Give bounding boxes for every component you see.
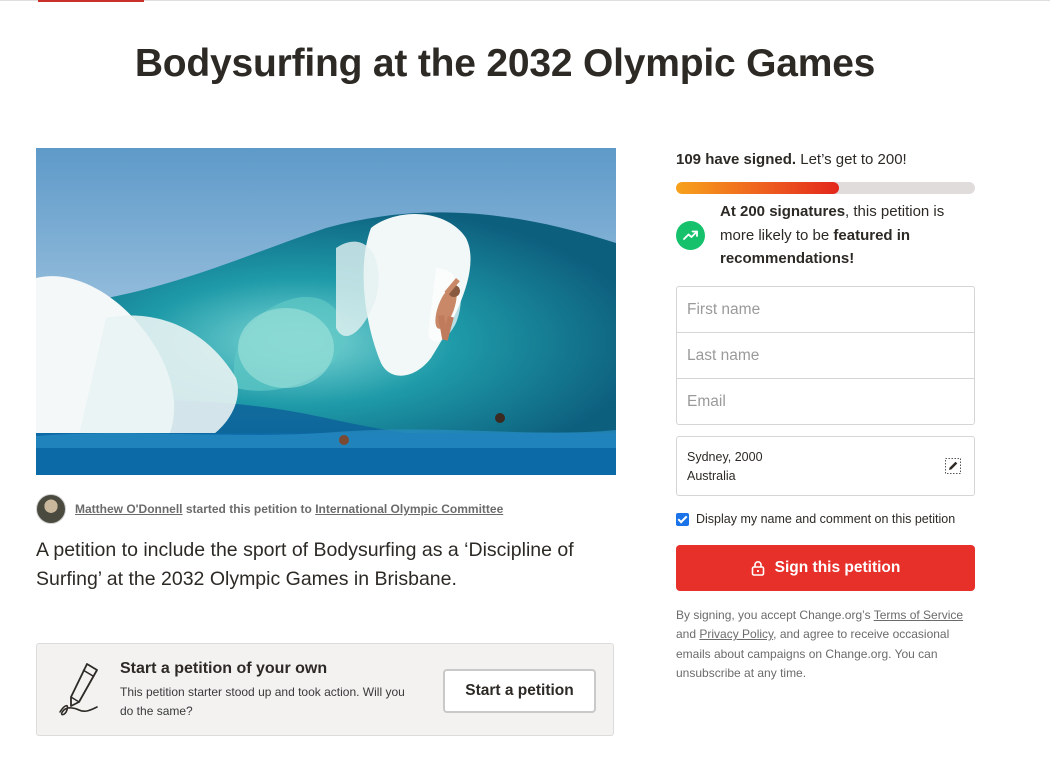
top-accent-bar: [38, 0, 144, 2]
petition-target-link[interactable]: International Olympic Committee: [315, 502, 503, 516]
display-name-label: Display my name and comment on this peti…: [696, 512, 956, 526]
pen-signature-icon: [59, 663, 98, 716]
location-field[interactable]: Sydney, 2000 Australia: [676, 436, 975, 496]
sign-petition-button[interactable]: Sign this petition: [676, 545, 975, 591]
edit-icon[interactable]: [944, 457, 962, 475]
email-input[interactable]: [677, 379, 974, 424]
display-name-option: Display my name and comment on this peti…: [676, 512, 955, 526]
start-petition-title: Start a petition of your own: [120, 660, 328, 677]
terms-link[interactable]: Terms of Service: [874, 608, 963, 622]
legal-prefix: By signing, you accept Change.org’s: [676, 608, 874, 622]
legal-and: and: [676, 627, 700, 642]
signed-count-label: 109 have signed.: [676, 151, 797, 168]
privacy-policy-link[interactable]: Privacy Policy: [699, 627, 773, 641]
display-name-checkbox[interactable]: [676, 512, 689, 526]
starter-middle-text: started this petition to: [182, 502, 316, 516]
location-line-2: Australia: [687, 469, 736, 483]
goal-message: At 200 signatures, this petition is more…: [720, 200, 980, 271]
avatar[interactable]: [36, 494, 66, 524]
first-name-input[interactable]: [677, 287, 974, 333]
signature-progress-bar: [676, 182, 975, 194]
petition-starter-line: Matthew O'Donnell started this petition …: [36, 494, 503, 524]
sign-petition-label: Sign this petition: [774, 559, 901, 576]
top-border: [0, 0, 1050, 1]
location-line-1: Sydney, 2000: [687, 450, 763, 464]
legal-disclaimer: By signing, you accept Change.org’s Term…: [676, 606, 976, 683]
goal-message-bold-1: At 200 signatures: [720, 203, 846, 220]
petition-description: A petition to include the sport of Bodys…: [36, 539, 574, 590]
signature-count: 109 have signed. Let’s get to 200!: [676, 151, 907, 168]
lock-icon: [751, 561, 764, 576]
start-petition-card: Start a petition of your own This petiti…: [36, 643, 614, 736]
signature-progress-fill: [676, 182, 839, 194]
starter-text: Matthew O'Donnell started this petition …: [75, 502, 503, 516]
start-petition-button[interactable]: Start a petition: [443, 669, 596, 713]
goal-label: Let’s get to 200!: [796, 151, 907, 168]
last-name-input[interactable]: [677, 333, 974, 379]
start-petition-subtitle: This petition starter stood up and took …: [120, 685, 405, 718]
signature-form-fields: [676, 286, 975, 425]
starter-name-link[interactable]: Matthew O'Donnell: [75, 502, 183, 516]
trending-up-icon: [676, 221, 705, 250]
petition-hero-image: [36, 148, 616, 475]
page-title: Bodysurfing at the 2032 Olympic Games: [134, 42, 876, 85]
